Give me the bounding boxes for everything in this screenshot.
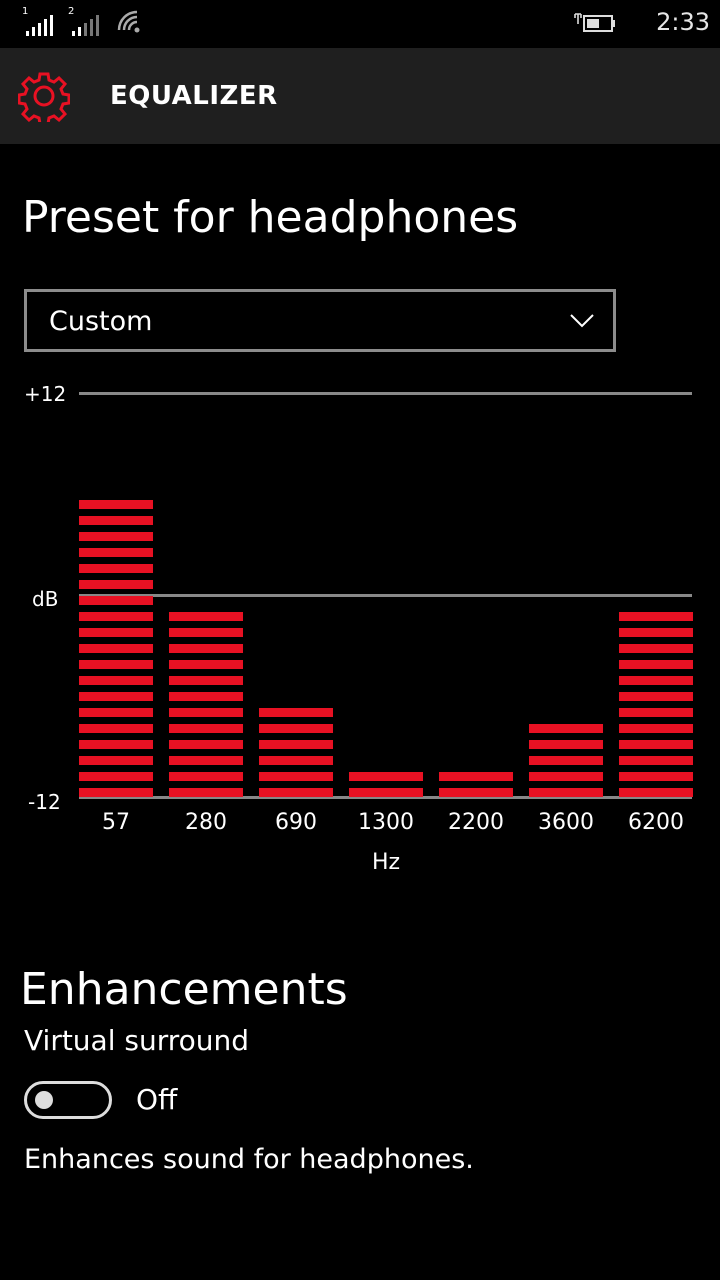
eq-segment — [79, 660, 153, 669]
eq-segment — [79, 596, 153, 605]
eq-segment — [619, 676, 693, 685]
eq-segment — [79, 612, 153, 621]
eq-segment — [619, 644, 693, 653]
eq-segment — [79, 788, 153, 797]
eq-segment — [619, 628, 693, 637]
eq-segment — [169, 724, 243, 733]
eq-segment — [79, 532, 153, 541]
eq-segment — [619, 708, 693, 717]
eq-segment — [529, 772, 603, 781]
eq-segment — [529, 756, 603, 765]
eq-segment — [619, 772, 693, 781]
status-bar: 1 2 2:33 — [0, 0, 720, 48]
eq-segment — [169, 612, 243, 621]
eq-segment — [169, 788, 243, 797]
freq-label-6200: 6200 — [628, 810, 684, 835]
eq-segment — [169, 772, 243, 781]
eq-band-6200[interactable] — [619, 370, 693, 800]
eq-band-1300[interactable] — [349, 370, 423, 800]
eq-segment — [619, 740, 693, 749]
axis-label-db: dB — [32, 587, 59, 611]
eq-segment — [169, 628, 243, 637]
eq-segment — [439, 788, 513, 797]
eq-band-280[interactable] — [169, 370, 243, 800]
eq-segment — [259, 740, 333, 749]
axis-label-top: +12 — [24, 382, 67, 406]
eq-segment — [79, 644, 153, 653]
eq-segment — [169, 756, 243, 765]
eq-segment — [529, 740, 603, 749]
eq-segment — [79, 724, 153, 733]
eq-segment — [349, 788, 423, 797]
freq-label-280: 280 — [185, 810, 227, 835]
eq-segment — [619, 612, 693, 621]
eq-segment — [169, 660, 243, 669]
preset-heading: Preset for headphones — [22, 192, 519, 243]
eq-segment — [619, 756, 693, 765]
eq-segment — [529, 724, 603, 733]
eq-segment — [79, 740, 153, 749]
preset-selected-value: Custom — [49, 306, 153, 337]
eq-segment — [79, 580, 153, 589]
eq-segment — [259, 708, 333, 717]
eq-segment — [79, 692, 153, 701]
eq-segment — [169, 740, 243, 749]
battery-charging-icon — [574, 13, 615, 32]
eq-segment — [79, 564, 153, 573]
eq-segment — [79, 676, 153, 685]
axis-label-bottom: -12 — [28, 790, 61, 814]
axis-unit-label: Hz — [371, 850, 401, 875]
enhancements-heading: Enhancements — [20, 964, 348, 1015]
toggle-state-label: Off — [136, 1083, 178, 1116]
virtual-surround-toggle[interactable] — [24, 1081, 112, 1119]
eq-band-2200[interactable] — [439, 370, 513, 800]
eq-segment — [169, 676, 243, 685]
wifi-icon — [117, 10, 140, 33]
eq-segment — [79, 516, 153, 525]
freq-label-57: 57 — [102, 810, 130, 835]
eq-segment — [79, 708, 153, 717]
eq-segment — [619, 692, 693, 701]
eq-segment — [619, 788, 693, 797]
eq-band-690[interactable] — [259, 370, 333, 800]
eq-segment — [619, 724, 693, 733]
eq-segment — [259, 772, 333, 781]
virtual-surround-label: Virtual surround — [24, 1024, 250, 1057]
eq-segment — [169, 692, 243, 701]
eq-segment — [619, 660, 693, 669]
eq-segment — [259, 788, 333, 797]
eq-segment — [79, 500, 153, 509]
freq-label-1300: 1300 — [358, 810, 414, 835]
eq-segment — [259, 756, 333, 765]
eq-segment — [529, 788, 603, 797]
eq-segment — [79, 628, 153, 637]
preset-dropdown[interactable]: Custom — [24, 289, 616, 352]
page-title: EQUALIZER — [110, 81, 278, 111]
eq-segment — [79, 548, 153, 557]
eq-segment — [79, 756, 153, 765]
freq-label-690: 690 — [275, 810, 317, 835]
eq-segment — [439, 772, 513, 781]
eq-segment — [349, 772, 423, 781]
eq-segment — [79, 772, 153, 781]
gear-icon[interactable] — [18, 70, 70, 122]
equalizer-chart: +12 dB -12 Hz 57 280 690 1300 2200 3600 6200 — [0, 370, 720, 890]
eq-segment — [169, 708, 243, 717]
virtual-surround-description: Enhances sound for headphones. — [24, 1144, 474, 1175]
toggle-knob — [35, 1091, 53, 1109]
app-bar: EQUALIZER — [0, 48, 720, 144]
eq-band-3600[interactable] — [529, 370, 603, 800]
chevron-down-icon — [570, 314, 594, 328]
eq-segment — [259, 724, 333, 733]
eq-segment — [169, 644, 243, 653]
clock: 2:33 — [656, 8, 710, 36]
freq-label-2200: 2200 — [448, 810, 504, 835]
freq-label-3600: 3600 — [538, 810, 594, 835]
eq-band-57[interactable] — [79, 370, 153, 800]
